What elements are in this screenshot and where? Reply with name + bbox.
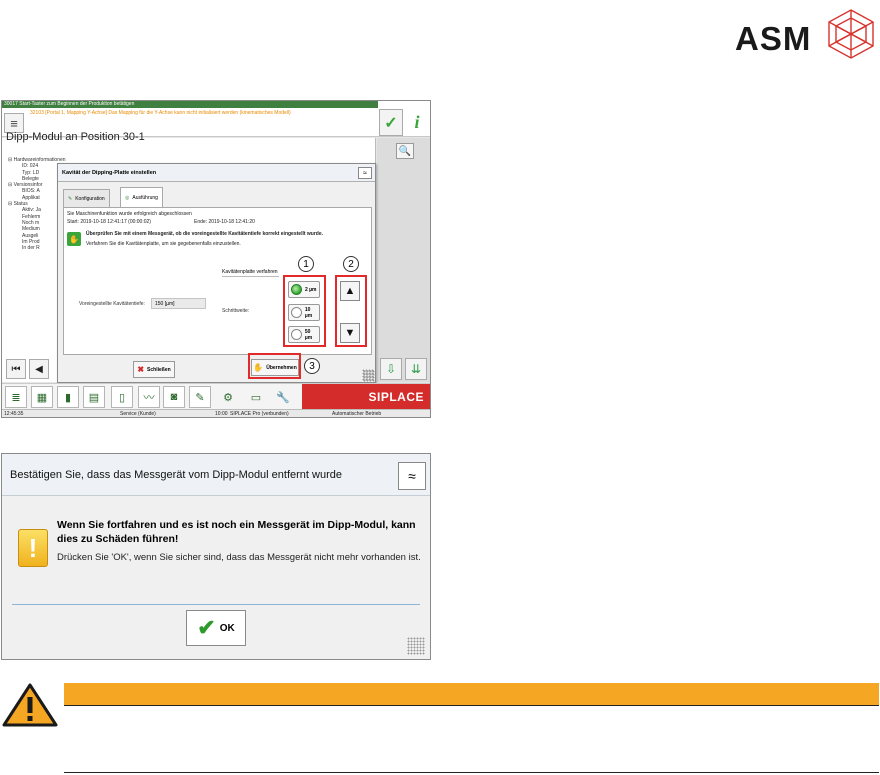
callout-3: 3 <box>304 358 320 374</box>
instruction-text: Verfahren Sie die Kavitätenplatte, um si… <box>86 241 241 247</box>
copy-down-icon[interactable]: ⇩ <box>380 358 402 380</box>
callout-1: 1 <box>298 256 314 272</box>
resize-grip-icon[interactable] <box>407 637 425 655</box>
end-time: Ende: 2019-10-18 12:41:20 <box>194 219 255 225</box>
bottom-toolbar: ≣ ▦ ▮ ▤ ▯ 〰 ◙ ✎ ⚙ ▭ 🔧 SIPLACE <box>2 383 430 410</box>
warning-bold-text: Wenn Sie fortfahren und es ist noch ein … <box>57 519 416 545</box>
hand-icon: ✋ <box>67 232 81 246</box>
close-icon: ✖ <box>137 365 145 374</box>
screenshot-kavitaet-einstellen: 30017 Start-Taster zum Beginnen der Prod… <box>1 100 431 418</box>
status-bar: 12:45:35 Service (Kunde) 10:00 SIPLACE P… <box>2 409 430 417</box>
confirm-button[interactable]: ✓ <box>379 109 403 136</box>
tab-label: Ausführung <box>132 194 158 201</box>
camera-icon[interactable]: ◙ <box>163 386 185 408</box>
right-pane <box>377 138 430 382</box>
magnifier-icon[interactable]: 🔍 <box>396 143 414 159</box>
status-user: Service (Kunde) <box>120 411 156 417</box>
pencil-icon: ✎ <box>68 195 73 202</box>
menu-button[interactable]: ≡ <box>4 113 24 133</box>
preset-value-field: 150 [µm] <box>151 298 206 309</box>
resize-grip-icon[interactable] <box>362 369 374 381</box>
collapse-icon[interactable]: ≈ <box>358 167 372 179</box>
line-chart-icon[interactable]: 〰 <box>138 386 160 408</box>
warning-banner <box>64 683 879 706</box>
screenshot-bestaetigung: Bestätigen Sie, dass das Messgerät vom D… <box>1 453 431 660</box>
callout-2: 2 <box>343 256 359 272</box>
copy-all-down-icon[interactable]: ⇊ <box>405 358 427 380</box>
table-icon[interactable]: ▤ <box>83 386 105 408</box>
highlight-apply-button <box>248 353 301 379</box>
first-page-button[interactable]: ⏮ <box>6 359 26 379</box>
tab-label: Konfiguration <box>75 195 105 202</box>
close-label: Schließen <box>147 366 171 373</box>
siplace-brand: SIPLACE <box>302 384 430 410</box>
warning-text: Drücken Sie 'OK', wenn Sie sicher sind, … <box>57 552 421 563</box>
warning-bottom-line <box>64 772 879 773</box>
warning-triangle-icon <box>2 683 58 727</box>
stack-icon[interactable]: ≣ <box>5 386 27 408</box>
gears-icon[interactable]: ⚙ <box>217 386 239 408</box>
grid-icon[interactable]: ▦ <box>31 386 53 408</box>
highlight-step-buttons <box>283 275 326 347</box>
start-time: Start: 2019-10-18 12:41:17 (00:00:02) <box>67 219 151 225</box>
clipboard-icon[interactable]: ▯ <box>111 386 133 408</box>
asm-logo-mark <box>828 9 874 59</box>
ok-label: OK <box>219 622 235 634</box>
truck-icon[interactable]: ▭ <box>245 386 267 408</box>
status-text: Sie Maschinenfunktion wurde erfolgreich … <box>67 211 192 217</box>
dialog-title: Kavität der Dipping-Platte einstellen <box>58 164 375 182</box>
wrench-icon[interactable]: 🔧 <box>272 386 294 408</box>
logo-text: ASM <box>735 20 812 57</box>
ok-button[interactable]: ✔ OK <box>186 610 246 646</box>
preset-label: Voreingestellte Kavitätentiefe: <box>79 301 145 307</box>
tab-ausfuehrung[interactable]: ◎ Ausführung <box>120 187 163 207</box>
kavitaet-dialog: Kavität der Dipping-Platte einstellen ≈ … <box>57 163 376 383</box>
asm-logo: ASM <box>735 8 880 63</box>
pen-icon[interactable]: ✎ <box>189 386 211 408</box>
step-label: Schrittweite: <box>222 308 250 314</box>
status-time: 12:45:35 <box>4 411 24 417</box>
alert-line: 30017 Start-Taster zum Beginnen der Prod… <box>2 101 378 108</box>
execute-icon: ◎ <box>125 194 130 201</box>
bar-chart-icon[interactable]: ▮ <box>57 386 79 408</box>
move-label: Kavitätenplatte verfahren <box>222 269 279 277</box>
info-button[interactable]: i <box>405 109 429 136</box>
separator <box>12 604 420 605</box>
status-clock: 10:00 <box>215 411 228 417</box>
page-title: Dipp-Modul an Position 30-1 <box>6 131 145 143</box>
collapse-icon[interactable]: ≈ <box>398 462 426 490</box>
dialog-title: Bestätigen Sie, dass das Messgerät vom D… <box>2 454 430 496</box>
status-mode: Automatischer Betrieb <box>332 411 382 417</box>
previous-page-button[interactable]: ◀ <box>29 359 49 379</box>
instruction-bold: Überprüfen Sie mit einem Messgerät, ob d… <box>86 231 324 237</box>
close-button[interactable]: ✖ Schließen <box>133 361 175 378</box>
error-message: 32103 [Portal 1, Mapping Y-Achse] Das Ma… <box>30 110 291 116</box>
status-connection: SIPLACE Pro (verbunden) <box>230 411 289 417</box>
tab-konfiguration[interactable]: ✎ Konfiguration <box>63 189 110 207</box>
warning-icon: ! <box>18 529 48 567</box>
highlight-arrow-buttons <box>335 275 367 347</box>
checkmark-icon: ✔ <box>197 615 216 640</box>
